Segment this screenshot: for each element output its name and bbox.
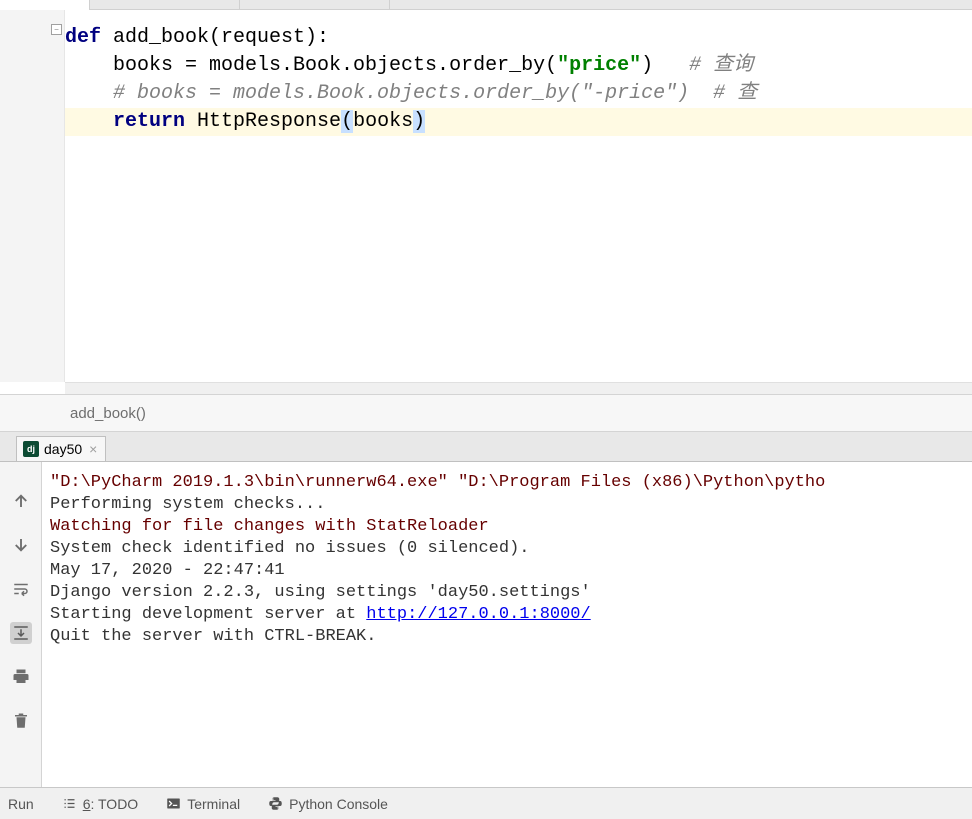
server-url-link[interactable]: http://127.0.0.1:8000/: [366, 605, 590, 624]
down-arrow-icon[interactable]: [10, 534, 32, 556]
django-icon: dj: [23, 441, 39, 457]
run-tab-label: day50: [44, 441, 82, 457]
print-icon[interactable]: [10, 666, 32, 688]
editor-tabs: [0, 0, 972, 10]
up-arrow-icon[interactable]: [10, 490, 32, 512]
comment-2: # books = models.Book.objects.order_by("…: [65, 82, 757, 105]
todo-label: : TODO: [90, 796, 138, 812]
comment-1: # 查询: [689, 54, 753, 77]
trash-icon[interactable]: [10, 710, 32, 732]
editor-area: − def add_book(request): books = models.…: [0, 10, 972, 382]
scroll-end-icon[interactable]: [10, 622, 32, 644]
tab-inactive-2[interactable]: [240, 0, 390, 10]
terminal-toolwindow-button[interactable]: Terminal: [166, 796, 240, 812]
run-toolwindow-button[interactable]: Run: [8, 796, 34, 812]
breadcrumb-label: add_book(): [70, 405, 146, 422]
run-label: Run: [8, 796, 34, 812]
toolbar-column: [0, 462, 42, 787]
terminal-icon: [166, 796, 181, 811]
tab-inactive-1[interactable]: [90, 0, 240, 10]
console-line-4: Watching for file changes with StatReloa…: [50, 516, 968, 538]
console-line-5: System check identified no issues (0 sil…: [50, 538, 968, 560]
breadcrumb[interactable]: add_book(): [0, 394, 972, 432]
console-line-7: Django version 2.2.3, using settings 'da…: [50, 582, 968, 604]
gutter: −: [0, 10, 65, 382]
editor-scrollbar-area: [65, 382, 972, 394]
wrap-icon[interactable]: [10, 578, 32, 600]
code-editor[interactable]: def add_book(request): books = models.Bo…: [65, 10, 972, 382]
paren-close: ): [413, 110, 425, 133]
arg-books: books: [353, 110, 413, 133]
keyword-def: def: [65, 26, 101, 49]
keyword-return: return: [113, 110, 185, 133]
tab-active[interactable]: [0, 0, 90, 10]
close-icon[interactable]: ×: [89, 441, 97, 457]
python-icon: [268, 796, 283, 811]
python-console-button[interactable]: Python Console: [268, 796, 388, 812]
run-tab-day50[interactable]: dj day50 ×: [16, 436, 106, 461]
console-panel: "D:\PyCharm 2019.1.3\bin\runnerw64.exe" …: [0, 462, 972, 787]
code-line-2-post: ): [641, 54, 689, 77]
string-price: "price": [557, 54, 641, 77]
console-line-9: Quit the server with CTRL-BREAK.: [50, 626, 968, 648]
console-line-2: Performing system checks...: [50, 494, 968, 516]
fold-icon[interactable]: −: [51, 24, 62, 35]
python-console-label: Python Console: [289, 796, 388, 812]
console-line-6: May 17, 2020 - 22:47:41: [50, 560, 968, 582]
return-call: HttpResponse: [185, 110, 341, 133]
run-tabs: dj day50 ×: [0, 432, 972, 462]
terminal-label: Terminal: [187, 796, 240, 812]
paren-open: (: [341, 110, 353, 133]
bottom-toolbar: Run 6: TODO Terminal Python Console: [0, 787, 972, 819]
console-output[interactable]: "D:\PyCharm 2019.1.3\bin\runnerw64.exe" …: [42, 462, 972, 787]
func-signature: add_book(request):: [101, 26, 329, 49]
console-cmd-path: "D:\PyCharm 2019.1.3\bin\runnerw64.exe" …: [50, 472, 968, 494]
console-line-8a: Starting development server at: [50, 605, 366, 624]
code-line-2-pre: books = models.Book.objects.order_by(: [65, 54, 557, 77]
todo-toolwindow-button[interactable]: 6: TODO: [62, 796, 139, 812]
list-icon: [62, 796, 77, 811]
